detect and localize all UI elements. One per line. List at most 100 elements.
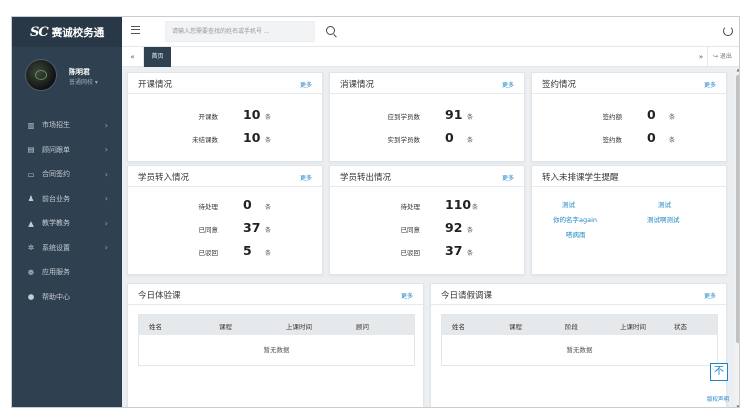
column-header[interactable]: 姓名 [149,321,162,331]
trial-table: 姓名 课程 上课时间 顾问 暂无数据 [138,314,415,366]
copyright-link[interactable]: 版权声明 [707,395,729,403]
more-link[interactable]: 更多 [502,173,514,182]
more-link[interactable]: 更多 [704,291,716,300]
card-title: 签约情况 [542,80,577,90]
more-link[interactable]: 更多 [502,80,514,89]
stat-value: 10 [243,130,261,145]
stat-label: 已同意 [198,226,219,234]
column-header[interactable]: 上课时间 [286,321,312,331]
sidebar-item-5[interactable]: ✲ 系统设置 › [12,236,122,261]
apps-icon: ❁ [27,267,35,277]
card-title: 今日请假调课 [441,291,493,301]
chevron-right-icon: › [104,194,108,204]
sidebar-item-0[interactable]: ▥ 市场招生 › [12,113,122,138]
users-icon: ♟ [27,194,35,204]
sidebar-item-7[interactable]: ● 帮助中心 [12,285,122,310]
stat-unit: 条 [467,227,474,234]
avatar[interactable] [25,59,57,91]
back-to-top-button[interactable]: 不 [710,363,728,381]
card-title: 开课情况 [138,80,173,90]
column-header[interactable]: 姓名 [452,321,465,331]
card-title: 学员转出情况 [340,173,392,183]
card-title: 转入未排课学生提醒 [542,173,619,183]
stat-value: 0 [243,197,252,212]
sidebar-item-label: 前台业务 [42,194,70,203]
stat-value: 92 [445,220,463,235]
document-icon: ▤ [27,145,35,155]
student-link[interactable]: 你的名字again [553,214,597,224]
more-link[interactable]: 更多 [300,173,312,182]
user-name: 陈明君 [69,68,90,76]
stat-row: 实到学员数 0 条 [330,130,524,146]
stat-unit: 条 [265,137,272,144]
column-header[interactable]: 阶段 [565,321,578,331]
tab-scroll-left-button[interactable]: « [122,47,144,67]
sidebar-item-4[interactable]: ▲ 教学教务 › [12,211,122,236]
tab-scroll-right-button[interactable]: » [695,47,707,67]
scroll-thumb[interactable] [736,75,739,343]
more-link[interactable]: 更多 [704,80,716,89]
search-input[interactable]: 请输入您需要查找的姓名或手机号 ... [165,21,315,42]
stat-value: 37 [243,220,261,235]
app-window: SC 赛诚校务通 陈明君 普通网校 ▾ ▥ 市场招生 › ▤ 顾问跟单 › ▭ 合同签约 › ♟ 前… [11,16,740,408]
unscheduled-card: 转入未排课学生提醒 测试 测试 你的名字again 测试啊测试 嗒病雨 [531,165,727,275]
chevron-right-icon: › [104,218,108,228]
stat-label: 已同意 [400,226,421,234]
sidebar-item-label: 系统设置 [42,243,70,252]
stat-label: 已驳回 [400,249,421,257]
user-profile: 陈明君 普通网校 ▾ [12,47,122,113]
user-role-dropdown[interactable]: 普通网校 ▾ [69,77,98,86]
stat-label: 已驳回 [198,249,219,257]
consume-card: 消课情况 更多 应到学员数 91 条 实到学员数 0 条 [329,72,525,162]
column-header[interactable]: 顾问 [356,321,369,331]
sidebar-item-label: 市场招生 [42,121,70,130]
sidebar-item-label: 合同签约 [42,170,70,179]
stat-row: 签约额 0 条 [532,107,726,123]
stat-label: 应到学员数 [387,113,421,121]
tab-home[interactable]: 首页 [144,47,171,67]
scroll-up-icon[interactable]: ▲ [735,67,739,72]
sidebar-nav: ▥ 市场招生 › ▤ 顾问跟单 › ▭ 合同签约 › ♟ 前台业务 › ▲ 教学教务 › ✲ 系统设置 › ❁ 应用服… [12,113,122,309]
stat-value: 91 [445,107,463,122]
stat-unit: 条 [669,137,676,144]
column-header[interactable]: 课程 [509,321,522,331]
stat-value: 110 [445,197,472,212]
scrollbar[interactable]: ▲ ▼ [735,67,739,407]
sidebar-item-6[interactable]: ❁ 应用服务 [12,260,122,285]
more-link[interactable]: 更多 [300,80,312,89]
stat-unit: 条 [467,114,474,121]
app-logo[interactable]: SC 赛诚校务通 [12,17,122,47]
scroll-down-icon[interactable]: ▼ [735,404,739,407]
stat-row: 已驳回 5 条 [128,243,322,259]
stat-unit: 条 [472,204,479,211]
sidebar-item-3[interactable]: ♟ 前台业务 › [12,187,122,212]
column-header[interactable]: 上课时间 [620,321,646,331]
transfer-in-card: 学员转入情况 更多 待处理 0 条 已同意 37 条 已驳回 5 条 [127,165,323,275]
logout-button[interactable]: ↪ 退出 [707,47,739,67]
refresh-icon[interactable] [723,26,733,36]
student-link[interactable]: 测试 [658,199,671,209]
column-header[interactable]: 课程 [219,321,232,331]
column-header[interactable]: 状态 [674,321,687,331]
student-link[interactable]: 测试 [562,199,575,209]
chevron-right-icon: › [104,169,108,179]
chevron-right-icon: › [104,120,108,130]
sidebar-item-label: 教学教务 [42,219,70,228]
stat-unit: 条 [669,114,676,121]
app-name: 赛诚校务通 [51,26,105,39]
more-link[interactable]: 更多 [401,291,413,300]
menu-toggle-icon[interactable] [131,26,140,34]
search-icon[interactable] [326,26,335,35]
empty-message: 暂无数据 [442,335,717,365]
stat-unit: 条 [467,250,474,257]
sidebar-item-1[interactable]: ▤ 顾问跟单 › [12,138,122,163]
dashboard-content: 开课情况 更多 开课数 10 条 未结课数 10 条 消课情况 更多 应到学员数 91 条 实到… [122,67,735,407]
top-bar: 请输入您需要查找的姓名或手机号 ... [122,17,739,47]
stat-label: 待处理 [400,203,421,211]
student-link[interactable]: 测试啊测试 [647,214,680,224]
logo-mark: SC [30,24,49,40]
stat-unit: 条 [265,204,272,211]
sidebar-item-2[interactable]: ▭ 合同签约 › [12,162,122,187]
student-link[interactable]: 嗒病雨 [566,229,586,239]
transfer-out-card: 学员转出情况 更多 待处理 110 条 已同意 92 条 已驳回 37 条 [329,165,525,275]
